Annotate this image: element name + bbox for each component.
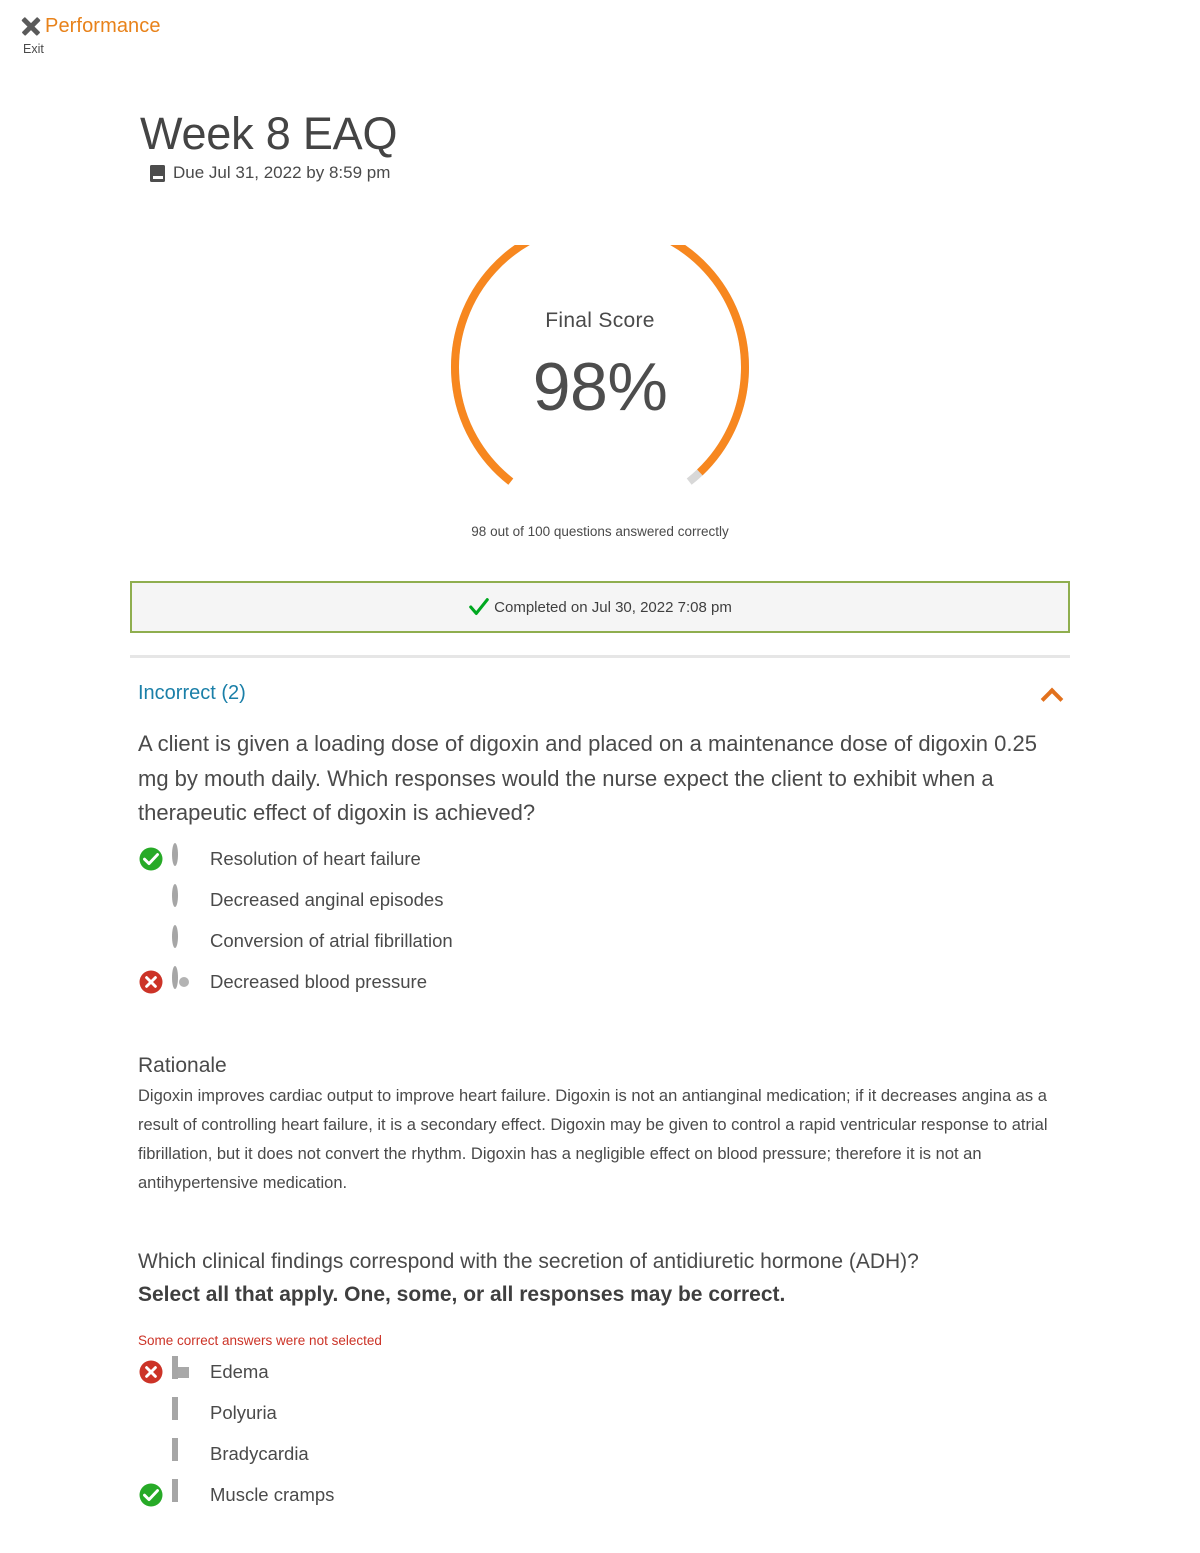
answer-option-label: Conversion of atrial fibrillation [210, 929, 453, 951]
answer-option-label: Decreased blood pressure [210, 970, 427, 992]
answer-options: Edema Polyuria Bradycardia Muscle cramps [138, 1352, 1062, 1516]
section-divider [130, 655, 1070, 659]
question-block: Which clinical findings correspond with … [130, 1246, 1070, 1311]
content-column: Week 8 EAQ Due Jul 31, 2022 by 8:59 pm F… [130, 0, 1070, 1516]
checkbox[interactable] [172, 1356, 198, 1385]
green-check-icon [469, 598, 489, 616]
rationale-text: Digoxin improves cardiac output to impro… [138, 1087, 1048, 1192]
due-date-row: Due Jul 31, 2022 by 8:59 pm [150, 163, 1070, 183]
question-instruction: Select all that apply. One, some, or all… [138, 1279, 1062, 1311]
answer-option-label: Edema [210, 1361, 269, 1383]
radio-button[interactable] [172, 883, 198, 913]
page: Week 8 EAQ Due Jul 31, 2022 by 8:59 pm F… [0, 0, 1200, 1516]
page-title: Week 8 EAQ [140, 108, 398, 159]
rationale-title: Rationale [138, 1054, 227, 1078]
gauge-value: 98% [532, 349, 668, 426]
completed-banner-text: Completed on Jul 30, 2022 7:08 pm [494, 598, 732, 616]
checkbox[interactable] [172, 1479, 198, 1508]
answer-option[interactable]: Muscle cramps [138, 1475, 1062, 1516]
radio-button[interactable] [172, 965, 198, 995]
score-gauge: Final Score 98% [450, 245, 750, 517]
incorrect-section-header[interactable]: Incorrect (2) [130, 682, 1070, 705]
due-date-text: Due Jul 31, 2022 by 8:59 pm [173, 163, 391, 183]
answer-option[interactable]: Conversion of atrial fibrillation [138, 920, 1062, 961]
answer-option[interactable]: Decreased anginal episodes [138, 879, 1062, 920]
answer-option[interactable]: Edema [138, 1352, 1062, 1393]
answer-option[interactable]: Resolution of heart failure [138, 838, 1062, 879]
correct-marker-icon [139, 1483, 163, 1507]
gauge-label: Final Score [545, 309, 655, 333]
incorrect-marker-icon [139, 1360, 163, 1384]
answer-option-label: Resolution of heart failure [210, 847, 421, 869]
missed-answers-note: Some correct answers were not selected [138, 1332, 382, 1348]
answer-option-label: Decreased anginal episodes [210, 888, 444, 910]
answer-option[interactable]: Decreased blood pressure [138, 961, 1062, 1002]
answer-option-label: Muscle cramps [210, 1484, 335, 1506]
question-prompt: Which clinical findings correspond with … [138, 1249, 919, 1273]
question-prompt: A client is given a loading dose of digo… [138, 731, 1037, 825]
correct-marker-icon [139, 847, 163, 871]
completed-banner-inner: Completed on Jul 30, 2022 7:08 pm [468, 596, 732, 618]
score-gauge-section: Final Score 98% 98 out of 100 questions … [130, 245, 1070, 539]
checkbox[interactable] [172, 1397, 198, 1426]
incorrect-marker-icon [139, 970, 163, 994]
checkbox[interactable] [172, 1438, 198, 1467]
book-icon [150, 164, 165, 182]
answer-options: Resolution of heart failure Decreased an… [138, 838, 1062, 1002]
radio-button[interactable] [172, 842, 198, 872]
answer-option-label: Polyuria [210, 1402, 277, 1424]
question-instruction-text: Select all that apply. One, some, or all… [138, 1283, 786, 1307]
radio-button[interactable] [172, 924, 198, 954]
answer-option[interactable]: Bradycardia [138, 1434, 1062, 1475]
answer-options-wrapper: Edema Polyuria Bradycardia Muscle cramps [130, 1352, 1070, 1516]
gauge-center-text: Final Score 98% [450, 309, 750, 421]
completed-banner: Completed on Jul 30, 2022 7:08 pm [130, 581, 1070, 634]
question-block: A client is given a loading dose of digo… [130, 727, 1070, 1002]
chevron-up-icon[interactable] [1040, 687, 1062, 701]
incorrect-section-title: Incorrect (2) [138, 682, 246, 705]
answer-option-label: Bradycardia [210, 1443, 309, 1465]
answer-option[interactable]: Polyuria [138, 1393, 1062, 1434]
rationale-block: Rationale Digoxin improves cardiac outpu… [130, 1054, 1070, 1198]
gauge-caption: 98 out of 100 questions answered correct… [471, 524, 729, 540]
